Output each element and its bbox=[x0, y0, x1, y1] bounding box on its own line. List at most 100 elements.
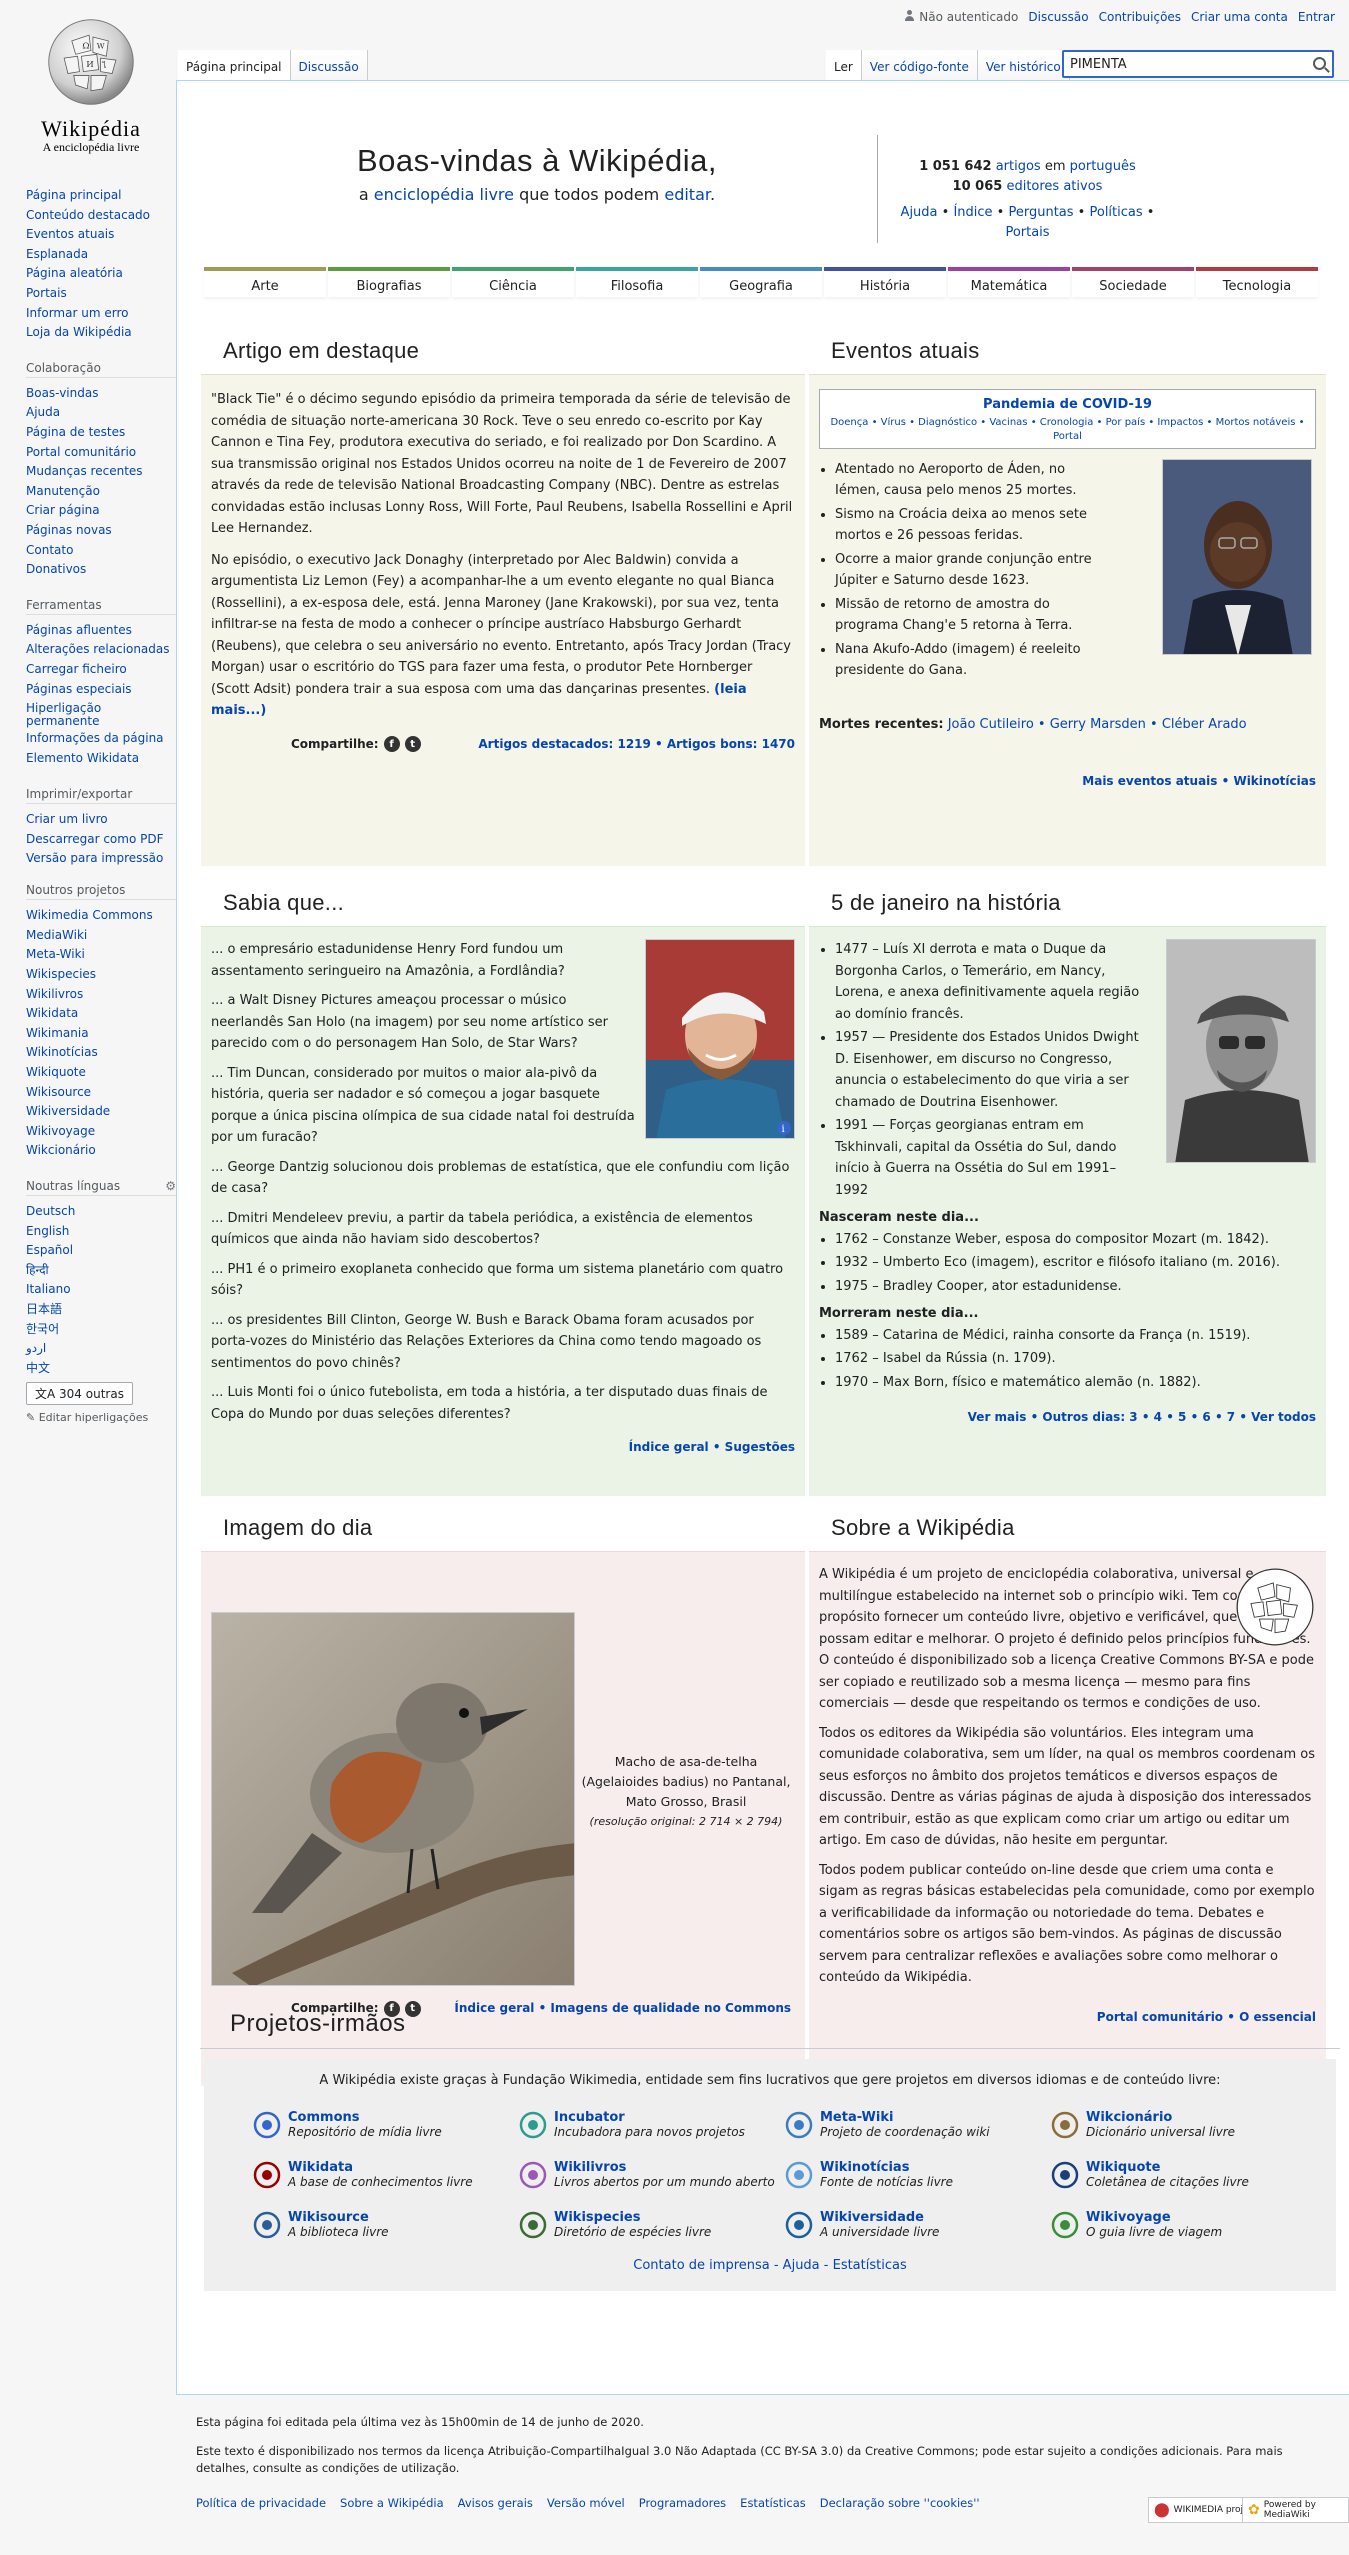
free-encyclopedia-link[interactable]: enciclopédia livre bbox=[374, 185, 514, 204]
sister-project-name[interactable]: Wikispecies bbox=[554, 2210, 711, 2225]
language-link-item[interactable]: 中文 bbox=[26, 1359, 176, 1379]
sister-project-name[interactable]: Wikiversidade bbox=[820, 2210, 939, 2225]
language-link-italiano[interactable]: Italiano bbox=[26, 1280, 176, 1300]
sidebar-item-descarregar-como-pdf[interactable]: Descarregar como PDF bbox=[26, 830, 176, 850]
tab-view-source[interactable]: Ver código-fonte bbox=[861, 50, 978, 80]
more-languages-button[interactable]: 文A 304 outras bbox=[26, 1382, 133, 1406]
sister-project-name[interactable]: Wikivoyage bbox=[1086, 2210, 1222, 2225]
sidebar-item-meta-wiki[interactable]: Meta-Wiki bbox=[26, 945, 176, 965]
sister-project-wikinoticias[interactable]: Wikinotícias Fonte de notícias livre bbox=[784, 2160, 1050, 2190]
powered-by-mediawiki-badge[interactable]: ✿ Powered by MediaWiki bbox=[1242, 2497, 1349, 2523]
sister-project-name[interactable]: Wikcionário bbox=[1086, 2110, 1235, 2125]
sidebar-item-wikidata[interactable]: Wikidata bbox=[26, 1004, 176, 1024]
sidebar-item-conteudo-destacado[interactable]: Conteúdo destacado bbox=[26, 206, 176, 226]
sidebar-item-wikispecies[interactable]: Wikispecies bbox=[26, 965, 176, 985]
sister-project-wikispecies[interactable]: Wikispecies Diretório de espécies livre bbox=[518, 2210, 784, 2240]
sidebar-item-informar-um-erro[interactable]: Informar um erro bbox=[26, 304, 176, 324]
portal-filosofia[interactable]: Filosofia bbox=[576, 267, 698, 297]
contributions-link[interactable]: Contribuições bbox=[1099, 10, 1181, 24]
portal-arte[interactable]: Arte bbox=[204, 267, 326, 297]
sidebar-item-portal-comunitario[interactable]: Portal comunitário bbox=[26, 443, 176, 463]
twitter-icon[interactable]: t bbox=[404, 736, 421, 753]
search-input[interactable]: PIMENTA bbox=[1062, 50, 1334, 78]
sidebar-item-versao-para-impressao[interactable]: Versão para impressão bbox=[26, 852, 176, 865]
sidebar-item-portais[interactable]: Portais bbox=[26, 284, 176, 304]
portal-geografia[interactable]: Geografia bbox=[700, 267, 822, 297]
sister-project-name[interactable]: Wikisource bbox=[288, 2210, 389, 2225]
portal-tecnologia[interactable]: Tecnologia bbox=[1196, 267, 1318, 297]
featured-footer-links[interactable]: Artigos destacados: 1219 • Artigos bons:… bbox=[478, 734, 795, 756]
sidebar-item-criar-pagina[interactable]: Criar página bbox=[26, 501, 176, 521]
sidebar-item-mudancas-recentes[interactable]: Mudanças recentes bbox=[26, 462, 176, 482]
footer-link-estatisticas[interactable]: Estatísticas bbox=[740, 2495, 806, 2512]
language-link[interactable]: português bbox=[1070, 159, 1136, 174]
sister-project-wikisource[interactable]: Wikisource A biblioteca livre bbox=[252, 2210, 518, 2240]
sidebar-item-wikimania[interactable]: Wikimania bbox=[26, 1024, 176, 1044]
language-link-item[interactable]: اردو bbox=[26, 1339, 176, 1359]
language-link-item[interactable]: 日本語 bbox=[26, 1300, 176, 1320]
sister-project-name[interactable]: Meta-Wiki bbox=[820, 2110, 990, 2125]
sidebar-item-paginas-novas[interactable]: Páginas novas bbox=[26, 521, 176, 541]
language-link-item[interactable]: 한국어 bbox=[26, 1320, 176, 1340]
sidebar-item-wikilivros[interactable]: Wikilivros bbox=[26, 985, 176, 1005]
footer-link-avisos-gerais[interactable]: Avisos gerais bbox=[458, 2495, 533, 2512]
covid-links[interactable]: Doença • Vírus • Diagnóstico • Vacinas •… bbox=[826, 416, 1309, 444]
sidebar-item-elemento-wikidata[interactable]: Elemento Wikidata bbox=[26, 749, 176, 769]
footer-link-declaracao-sobre-cookies[interactable]: Declaração sobre ''cookies'' bbox=[820, 2495, 980, 2512]
footer-link-programadores[interactable]: Programadores bbox=[639, 2495, 726, 2512]
sister-project-meta-wiki[interactable]: Meta-Wiki Projeto de coordenação wiki bbox=[784, 2110, 1050, 2140]
sister-project-wikiquote[interactable]: Wikiquote Coletânea de citações livre bbox=[1050, 2160, 1316, 2190]
sister-project-incubator[interactable]: Incubator Incubadora para novos projetos bbox=[518, 2110, 784, 2140]
dyk-footer-links[interactable]: Índice geral • Sugestões bbox=[629, 1440, 795, 1454]
portal-sociedade[interactable]: Sociedade bbox=[1072, 267, 1194, 297]
user-talk-link[interactable]: Discussão bbox=[1028, 10, 1088, 24]
articles-link[interactable]: artigos bbox=[996, 159, 1041, 174]
tab-history[interactable]: Ver histórico bbox=[977, 50, 1070, 80]
sister-project-name[interactable]: Commons bbox=[288, 2110, 442, 2125]
sidebar-item-criar-um-livro[interactable]: Criar um livro bbox=[26, 810, 176, 830]
bird-photo[interactable] bbox=[211, 1612, 575, 1986]
sister-project-wikiversidade[interactable]: Wikiversidade A universidade livre bbox=[784, 2210, 1050, 2240]
sidebar-item-loja-da-wikipedia[interactable]: Loja da Wikipédia bbox=[26, 323, 176, 343]
sister-project-name[interactable]: Incubator bbox=[554, 2110, 745, 2125]
create-account-link[interactable]: Criar uma conta bbox=[1191, 10, 1288, 24]
edit-link[interactable]: editar bbox=[664, 185, 710, 204]
gear-icon[interactable]: ⚙ bbox=[165, 1179, 176, 1193]
sidebar-item-esplanada[interactable]: Esplanada bbox=[26, 245, 176, 265]
sister-project-wikcionario[interactable]: Wikcionário Dicionário universal livre bbox=[1050, 2110, 1316, 2140]
help-link[interactable]: Ajuda bbox=[901, 205, 938, 220]
sidebar-item-contato[interactable]: Contato bbox=[26, 541, 176, 561]
footer-link-politica-de-privacidade[interactable]: Política de privacidade bbox=[196, 2495, 326, 2512]
sidebar-item-eventos-atuais[interactable]: Eventos atuais bbox=[26, 225, 176, 245]
portal-matematica[interactable]: Matemática bbox=[948, 267, 1070, 297]
sidebar-item-wikiversidade[interactable]: Wikiversidade bbox=[26, 1102, 176, 1122]
sidebar-item-pagina-principal[interactable]: Página principal bbox=[26, 186, 176, 206]
footer-link-sobre-a-wikipedia[interactable]: Sobre a Wikipédia bbox=[340, 2495, 444, 2512]
tab-discussion[interactable]: Discussão bbox=[290, 50, 368, 80]
sidebar-item-wikisource[interactable]: Wikisource bbox=[26, 1083, 176, 1103]
footer-link-versao-movel[interactable]: Versão móvel bbox=[547, 2495, 625, 2512]
sister-project-commons[interactable]: Commons Repositório de mídia livre bbox=[252, 2110, 518, 2140]
sister-project-name[interactable]: Wikidata bbox=[288, 2160, 473, 2175]
akufo-addo-photo[interactable] bbox=[1162, 458, 1312, 655]
sidebar-item-alteracoes-relacionadas[interactable]: Alterações relacionadas bbox=[26, 643, 176, 656]
sister-project-wikilivros[interactable]: Wikilivros Livros abertos por um mundo ab… bbox=[518, 2160, 784, 2190]
portal-historia[interactable]: História bbox=[824, 267, 946, 297]
sidebar-item-mediawiki[interactable]: MediaWiki bbox=[26, 926, 176, 946]
active-editors-link[interactable]: editores ativos bbox=[1006, 179, 1102, 194]
sidebar-item-manutencao[interactable]: Manutenção bbox=[26, 482, 176, 502]
sidebar-item-pagina-aleatoria[interactable]: Página aleatória bbox=[26, 264, 176, 284]
index-link[interactable]: Índice bbox=[953, 205, 992, 220]
sidebar-item-carregar-ficheiro[interactable]: Carregar ficheiro bbox=[26, 660, 176, 680]
language-link-english[interactable]: English bbox=[26, 1222, 176, 1242]
sister-project-wikidata[interactable]: Wikidata A base de conhecimentos livre bbox=[252, 2160, 518, 2190]
edit-interlanguage-links[interactable]: ✎ Editar hiperligações bbox=[26, 1411, 176, 1424]
tab-main-page[interactable]: Página principal bbox=[178, 50, 291, 80]
language-link-espanol[interactable]: Español bbox=[26, 1241, 176, 1261]
sidebar-item-hiperligacao-permanente[interactable]: Hiperligação permanente bbox=[26, 702, 176, 728]
login-link[interactable]: Entrar bbox=[1298, 10, 1335, 24]
sidebar-item-wikinoticias[interactable]: Wikinotícias bbox=[26, 1043, 176, 1063]
covid-title[interactable]: Pandemia de COVID-19 bbox=[826, 394, 1309, 416]
sidebar-item-ajuda[interactable]: Ajuda bbox=[26, 403, 176, 423]
sidebar-item-pagina-de-testes[interactable]: Página de testes bbox=[26, 423, 176, 443]
